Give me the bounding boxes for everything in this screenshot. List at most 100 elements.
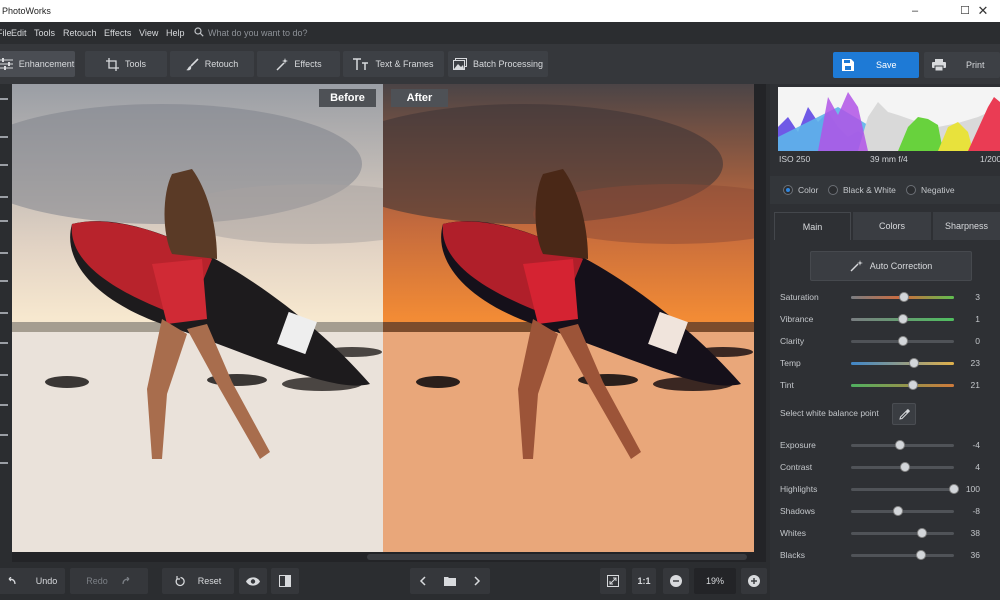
tool-icon[interactable] [0,404,8,406]
tool-icon[interactable] [0,280,8,282]
slider-blacks: Blacks 36 [780,548,990,564]
menu-help[interactable]: Help [166,28,185,38]
redo-button[interactable]: Redo [70,568,148,594]
chevron-right-icon[interactable] [473,576,481,586]
save-button[interactable]: Save [833,52,919,78]
slider-track[interactable] [851,314,954,324]
slider-shadows: Shadows -8 [780,504,990,520]
slider-handle[interactable] [900,462,910,472]
tool-icon[interactable] [0,164,8,166]
menu-edit[interactable]: Edit [11,28,27,38]
subtab-main[interactable]: Main [774,212,851,240]
folder-icon[interactable] [443,576,456,586]
menu-file[interactable]: File [0,28,12,38]
photo-canvas[interactable]: Before After [12,84,754,552]
subtab-sharpness[interactable]: Sharpness [933,212,1000,240]
mode-black-white[interactable]: Black & White [828,185,896,195]
tab-retouch[interactable]: Retouch [170,51,254,77]
iso-value: ISO 250 [779,154,811,164]
zoom-in-button[interactable] [741,568,767,594]
title-bar: PhotoWorks – ☐ ✕ [0,0,1000,22]
menu-effects[interactable]: Effects [104,28,131,38]
reset-button[interactable]: Reset [162,568,234,594]
batch-images-icon [452,58,467,70]
tool-icon[interactable] [0,462,8,464]
slider-value: 21 [970,380,980,390]
slider-track[interactable] [851,292,954,302]
slider-highlights: Highlights 100 [780,482,990,498]
mode-color[interactable]: Color [783,185,818,195]
close-icon[interactable]: ✕ [966,0,1000,22]
minus-circle-icon [670,575,682,587]
slider-handle[interactable] [917,528,927,538]
tool-icon[interactable] [0,196,8,198]
slider-track[interactable] [851,550,954,560]
slider-handle[interactable] [898,314,908,324]
text-icon [353,58,369,70]
slider-label: Whites [780,528,806,538]
scroll-thumb[interactable] [367,554,747,560]
slider-handle[interactable] [908,380,918,390]
mode-negative[interactable]: Negative [906,185,955,195]
tab-batch-processing[interactable]: Batch Processing [448,51,548,77]
slider-label: Clarity [780,336,805,346]
slider-fill [851,362,954,365]
slider-track[interactable] [851,440,954,450]
tool-icon[interactable] [0,434,8,436]
eyedropper-button[interactable] [892,403,916,425]
slider-vibrance: Vibrance 1 [780,312,990,328]
tool-icon[interactable] [0,220,8,222]
slider-track[interactable] [851,336,954,346]
fit-screen-button[interactable] [600,568,626,594]
slider-value: -8 [972,506,980,516]
slider-handle[interactable] [909,358,919,368]
slider-handle[interactable] [916,550,926,560]
slider-value: 100 [965,484,980,494]
minimize-icon[interactable]: – [898,0,932,22]
tab-text-frames[interactable]: Text & Frames [343,51,444,77]
slider-track[interactable] [851,462,954,472]
print-button[interactable]: Print [924,52,1000,78]
slider-value: -4 [972,440,980,450]
actual-size-button[interactable]: 1:1 [632,568,656,594]
zoom-out-button[interactable] [663,568,689,594]
search-input[interactable] [208,26,408,40]
radio-icon [906,185,916,195]
tool-icon[interactable] [0,136,8,138]
slider-track[interactable] [851,380,954,390]
tool-icon[interactable] [0,374,8,376]
slider-track[interactable] [851,484,959,494]
undo-button[interactable]: Undo [0,568,65,594]
fit-screen-icon [607,575,619,587]
slider-value: 38 [970,528,980,538]
slider-track[interactable] [851,506,954,516]
horizontal-scrollbar[interactable] [12,552,754,562]
slider-handle[interactable] [898,336,908,346]
auto-correction-button[interactable]: Auto Correction [810,251,972,281]
zoom-level[interactable]: 19% [694,568,736,594]
tab-tools[interactable]: Tools [85,51,167,77]
slider-handle[interactable] [899,292,909,302]
slider-handle[interactable] [893,506,903,516]
slider-handle[interactable] [895,440,905,450]
slider-track[interactable] [851,358,954,368]
preview-button[interactable] [239,568,267,594]
slider-track[interactable] [851,528,954,538]
slider-handle[interactable] [949,484,959,494]
tool-icon[interactable] [0,342,8,344]
chevron-left-icon[interactable] [419,576,427,586]
radio-icon [828,185,838,195]
tab-enhancement[interactable]: Enhancement [0,51,75,77]
subtab-colors[interactable]: Colors [853,212,931,240]
menu-retouch[interactable]: Retouch [63,28,97,38]
tool-icon[interactable] [0,98,8,100]
slider-label: Blacks [780,550,806,560]
undo-icon [8,577,16,585]
tab-effects[interactable]: Effects [257,51,340,77]
menu-tools[interactable]: Tools [34,28,55,38]
vertical-scrollbar[interactable] [754,84,766,562]
tool-icon[interactable] [0,312,8,314]
compare-button[interactable] [271,568,299,594]
menu-view[interactable]: View [139,28,158,38]
tool-icon[interactable] [0,252,8,254]
